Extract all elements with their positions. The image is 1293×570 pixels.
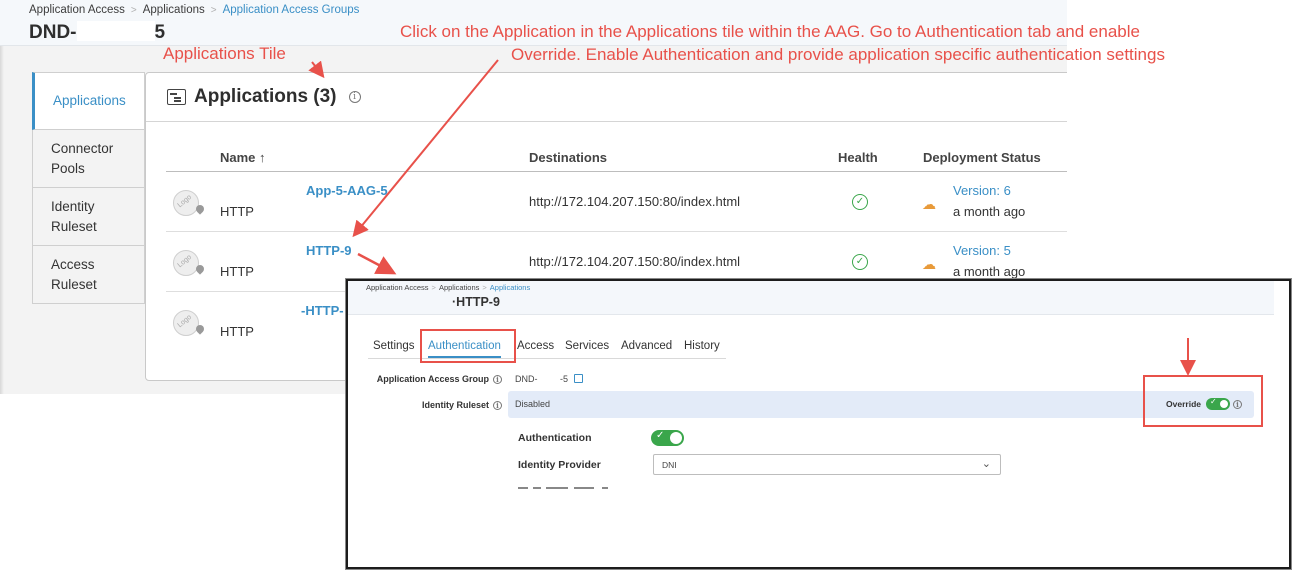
version-link[interactable]: Version: 5	[953, 243, 1011, 258]
page-title: DND- 5	[29, 21, 165, 44]
cut-off-field	[518, 487, 648, 493]
deployed-time: a month ago	[953, 264, 1026, 279]
highlight-box-authentication-tab	[420, 329, 516, 363]
tab-history[interactable]: History	[684, 340, 720, 352]
tile-title: Applications (3)	[194, 86, 337, 107]
breadcrumb-item[interactable]: Applications	[439, 283, 479, 292]
destination: http://172.104.207.150:80/index.html	[529, 254, 741, 269]
app-type: HTTP	[220, 264, 254, 279]
external-link-icon[interactable]	[574, 374, 584, 383]
breadcrumb-item[interactable]: Application Access	[29, 4, 125, 16]
highlight-box-override	[1143, 375, 1263, 427]
app-name-link[interactable]: HTTP-9	[306, 243, 352, 258]
app-logo-icon: Logo	[173, 250, 199, 276]
identity-provider-label: Identity Provider	[518, 459, 601, 471]
tab-advanced[interactable]: Advanced	[621, 340, 672, 352]
nav-item-access-ruleset[interactable]: Access Ruleset	[32, 246, 145, 304]
deployed-time: a month ago	[953, 204, 1026, 219]
applications-icon	[167, 89, 186, 105]
identity-ruleset-value: Disabled	[515, 399, 551, 409]
destination: http://172.104.207.150:80/index.html	[529, 194, 741, 209]
app-type: HTTP	[220, 324, 254, 339]
tab-services[interactable]: Services	[565, 340, 609, 352]
nav-label: Identity Ruleset	[51, 198, 97, 234]
nav-item-connector-pools[interactable]: Connector Pools	[32, 130, 145, 188]
column-health: Health	[838, 150, 878, 165]
identity-provider-select[interactable]: DNI ⌄	[653, 454, 1001, 475]
app-logo-icon: Logo	[173, 190, 199, 216]
aag-value: DND- -5	[515, 374, 584, 384]
column-deployment-status: Deployment Status	[923, 150, 1041, 165]
chevron-down-icon: ⌄	[981, 458, 991, 470]
version-link[interactable]: Version: 6	[953, 183, 1011, 198]
health-ok-icon: ✓	[852, 194, 868, 210]
authentication-label: Authentication	[518, 432, 592, 444]
title-prefix: DND-	[29, 22, 77, 43]
redaction	[76, 21, 155, 41]
aag-label: Application Access Group i	[372, 374, 502, 384]
annotation-instruction-line-2: Override. Enable Authentication and prov…	[511, 45, 1165, 64]
breadcrumb: Application Access > Applications > Applicat…	[29, 4, 360, 16]
app-name-link[interactable]: App-5-AAG-5	[306, 183, 388, 198]
nav-item-applications[interactable]: Applications	[32, 72, 145, 130]
cloud-upload-icon: ☁	[922, 256, 936, 272]
breadcrumb-item[interactable]: Applications	[490, 283, 530, 292]
annotation-instruction-line-1: Click on the Application in the Applicat…	[400, 22, 1140, 41]
selected-value: DNI	[662, 460, 677, 470]
app-name-link[interactable]: -HTTP-	[301, 303, 344, 318]
tab-access[interactable]: Access	[517, 340, 554, 352]
inset-header: Application Access > Applications > Applicat…	[348, 281, 1274, 315]
annotated-screenshot: Application Access > Applications > Applicat…	[0, 0, 1293, 570]
table-row[interactable]: Logo HTTP App-5-AAG-5 http://172.104.207…	[166, 172, 1067, 232]
info-icon[interactable]: i	[493, 375, 502, 384]
check-icon: ✓	[656, 430, 665, 441]
identity-ruleset-label: Identity Ruleset i	[372, 400, 502, 410]
application-detail-inset: Application Access > Applications > Applicat…	[346, 279, 1291, 569]
health-ok-icon: ✓	[852, 254, 868, 270]
tile-header: Applications (3) i	[146, 73, 1067, 122]
table-header: Name ↑ Destinations Health Deployment St…	[166, 143, 1067, 172]
annotation-applications-tile: Applications Tile	[163, 44, 286, 63]
column-destinations: Destinations	[529, 150, 608, 165]
nav-label: Connector Pools	[51, 140, 114, 176]
column-name[interactable]: Name ↑	[220, 150, 266, 165]
nav-item-identity-ruleset[interactable]: Identity Ruleset	[32, 188, 145, 246]
tab-settings[interactable]: Settings	[373, 340, 415, 352]
left-nav: Applications Connector Pools Identity Ru…	[32, 72, 145, 304]
app-type: HTTP	[220, 204, 254, 219]
authentication-toggle[interactable]: ✓	[651, 430, 684, 446]
app-logo-icon: Logo	[173, 310, 199, 336]
breadcrumb-item[interactable]: Application Access Groups	[223, 4, 360, 16]
breadcrumb-item[interactable]: Application Access	[366, 283, 429, 292]
cloud-upload-icon: ☁	[922, 196, 936, 212]
title-suffix: 5	[154, 22, 166, 43]
inset-breadcrumb: Application Access > Applications > Applicat…	[366, 283, 531, 292]
breadcrumb-item[interactable]: Applications	[143, 4, 205, 16]
info-icon[interactable]: i	[348, 91, 361, 103]
inset-page-title: ·HTTP-9	[452, 295, 500, 309]
info-icon[interactable]: i	[493, 401, 502, 410]
